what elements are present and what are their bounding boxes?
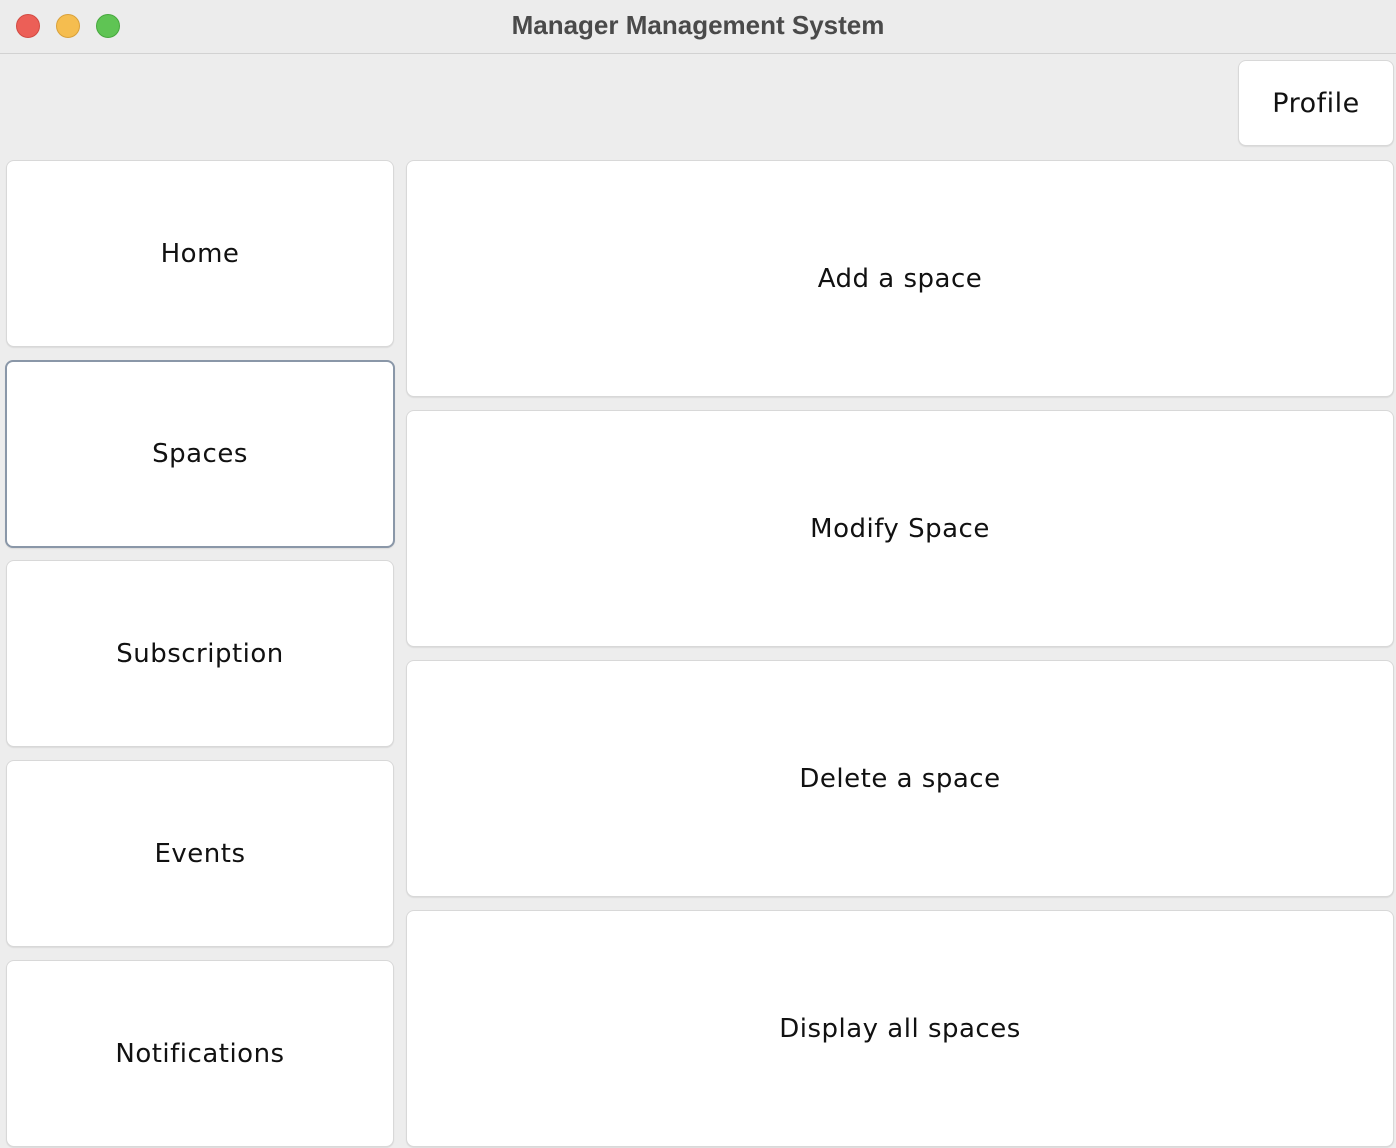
- sidebar-item-events[interactable]: Events: [6, 760, 394, 947]
- app-window: Manager Management System Profile Home S…: [0, 0, 1396, 1148]
- sidebar-item-subscription[interactable]: Subscription: [6, 560, 394, 747]
- window-title: Manager Management System: [511, 10, 885, 40]
- add-space-button[interactable]: Add a space: [406, 160, 1394, 397]
- profile-button[interactable]: Profile: [1238, 60, 1394, 146]
- sidebar-item-home[interactable]: Home: [6, 160, 394, 347]
- sidebar-item-spaces[interactable]: Spaces: [5, 360, 395, 548]
- title-bar: Manager Management System: [0, 0, 1396, 54]
- modify-space-button[interactable]: Modify Space: [406, 410, 1394, 647]
- display-all-spaces-button[interactable]: Display all spaces: [406, 910, 1394, 1147]
- delete-space-button[interactable]: Delete a space: [406, 660, 1394, 897]
- sidebar-item-notifications[interactable]: Notifications: [6, 960, 394, 1147]
